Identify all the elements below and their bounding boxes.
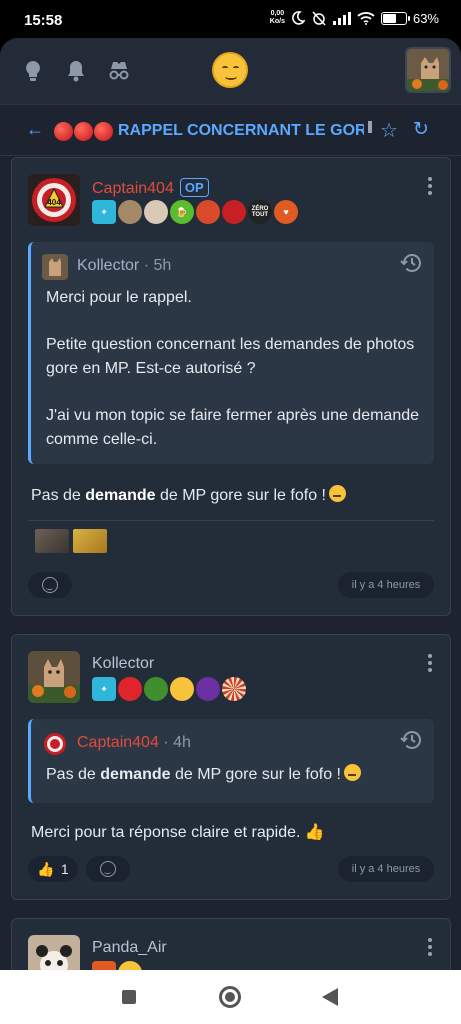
avatar[interactable] — [28, 651, 80, 703]
user-badges — [92, 961, 142, 970]
fire-badge-icon — [92, 961, 116, 970]
red-dots-icons — [54, 122, 113, 141]
quote-avatar — [42, 731, 68, 757]
avatar[interactable] — [28, 935, 80, 970]
quote-author[interactable]: Captain404 · 4h — [77, 734, 191, 752]
username[interactable]: Kollector — [92, 655, 154, 673]
refresh-icon[interactable]: ↻ — [413, 118, 429, 141]
system-navigation-bar — [0, 970, 461, 1024]
face-badge-icon — [196, 200, 220, 224]
user-avatar[interactable] — [405, 47, 451, 93]
smiley-badge-icon — [170, 677, 194, 701]
elf-badge-icon — [144, 677, 168, 701]
reaction-thumbs-up[interactable]: 👍 1 — [28, 856, 78, 882]
add-reaction-button[interactable] — [28, 572, 72, 598]
post-kollector: Kollector ✦ Captain404 · 4h Pas de deman… — [11, 634, 451, 900]
thinking-emoji-icon — [328, 485, 346, 502]
status-time: 15:58 — [24, 12, 63, 29]
quote-author[interactable]: Kollector · 5h — [77, 257, 171, 275]
alarm-off-icon — [312, 11, 326, 26]
smiley-badge-icon — [118, 961, 142, 970]
face-badge-icon — [144, 200, 168, 224]
bell-icon[interactable] — [64, 59, 88, 83]
star-badge-icon: ✦ — [92, 200, 116, 224]
emoji-icon — [100, 861, 116, 877]
quote-block: Captain404 · 4h Pas de demande de MP gor… — [28, 719, 434, 803]
clown-badge-icon — [118, 677, 142, 701]
quote-avatar — [42, 254, 68, 280]
divider — [28, 520, 434, 521]
more-options-icon[interactable] — [420, 654, 440, 672]
more-options-icon[interactable] — [420, 177, 440, 195]
quote-text: Merci pour le rappel. Petite question co… — [46, 289, 420, 448]
topic-title-bar: ← RAPPEL CONCERNANT LE GOR ☆ ↻ — [0, 104, 461, 156]
emoji-icon — [42, 577, 58, 593]
signal-icon — [332, 11, 351, 25]
attachments — [35, 529, 107, 553]
star-badge-icon: ✦ — [92, 677, 116, 701]
back-button[interactable] — [322, 988, 338, 1006]
add-reaction-button[interactable] — [86, 856, 130, 882]
face-badge-icon — [118, 200, 142, 224]
post-content: Pas de demande de MP gore sur le fofo ! — [31, 485, 346, 505]
thumbs-up-emoji-icon: 👍 — [304, 824, 325, 841]
avatar[interactable]: 404 — [28, 174, 80, 226]
more-options-icon[interactable] — [420, 938, 440, 956]
pattern-badge-icon — [222, 677, 246, 701]
smiley-icon[interactable] — [212, 52, 248, 88]
history-icon[interactable] — [400, 728, 424, 752]
username[interactable]: Captain404 OP — [92, 178, 209, 198]
beer-badge-icon: 🍺 — [170, 200, 194, 224]
text-cursor — [368, 121, 372, 133]
home-button[interactable] — [219, 986, 241, 1008]
user-badges: ✦ 🍺 ZÉRO TOUT ♥ — [92, 200, 298, 224]
recent-apps-button[interactable] — [122, 990, 136, 1004]
thumbs-up-icon: 👍 — [37, 860, 55, 877]
network-speed: 0,00 Ko/s — [269, 10, 285, 25]
quote-block: Kollector · 5h Merci pour le rappel. Pet… — [28, 242, 434, 464]
post-captain404: 404 Captain404 OP ✦ 🍺 ZÉRO TOUT ♥ Kollect… — [11, 157, 451, 616]
back-arrow-icon[interactable]: ← — [26, 119, 44, 140]
user-badges: ✦ — [92, 677, 246, 701]
status-icons: 0,00 Ko/s 63% — [270, 10, 439, 26]
moon-icon — [292, 11, 305, 25]
post-content: Merci pour ta réponse claire et rapide. … — [31, 824, 325, 841]
post-timestamp: il y a 4 heures — [338, 856, 434, 882]
thinking-emoji-icon — [343, 764, 361, 781]
lightbulb-icon[interactable] — [21, 59, 45, 83]
top-navigation — [0, 38, 461, 104]
wifi-icon — [357, 12, 375, 25]
svg-text:404: 404 — [47, 198, 61, 207]
attachment-thumbnail[interactable] — [35, 529, 69, 553]
battery-percent: 63% — [412, 10, 439, 26]
username[interactable]: Panda_Air — [92, 939, 167, 957]
status-bar: 15:58 0,00 Ko/s 63% — [0, 0, 461, 38]
heart-badge-icon: ♥ — [274, 200, 298, 224]
incognito-icon[interactable] — [107, 59, 131, 83]
battery-icon — [380, 11, 410, 25]
attachment-thumbnail[interactable] — [73, 529, 107, 553]
topic-title: RAPPEL CONCERNANT LE GOR — [118, 122, 364, 139]
post-panda-air: Panda_Air — [11, 918, 451, 970]
star-icon[interactable]: ☆ — [380, 118, 398, 143]
history-icon[interactable] — [400, 251, 424, 275]
zero-tout-badge-icon: ZÉRO TOUT — [248, 200, 272, 224]
op-badge: OP — [179, 178, 209, 197]
santa-badge-icon — [222, 200, 246, 224]
app-container: ← RAPPEL CONCERNANT LE GOR ☆ ↻ 404 Capta… — [0, 38, 461, 970]
witch-badge-icon — [196, 677, 220, 701]
post-timestamp: il y a 4 heures — [338, 572, 434, 598]
quote-text: Pas de demande de MP gore sur le fofo ! — [46, 763, 426, 787]
